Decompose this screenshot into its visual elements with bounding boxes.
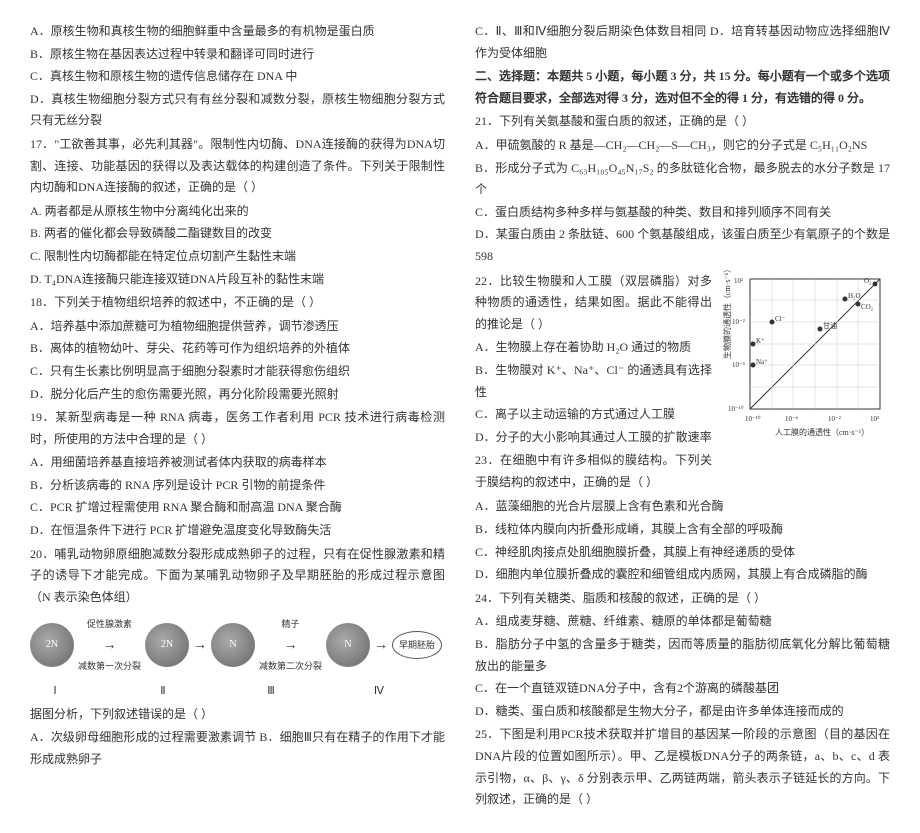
- opt-a: A．原核生物和真核生物的细胞鲜重中含量最多的有机物是蛋白质: [30, 21, 445, 43]
- arrow-3: 精子 → 减数第二次分裂: [259, 616, 322, 674]
- q18-d: D．脱分化后产生的愈伤需要光照，再分化阶段需要光照射: [30, 384, 445, 406]
- opt-b: B．原核生物在基因表达过程中转录和翻译可同时进行: [30, 44, 445, 66]
- arrow-4: →: [374, 633, 388, 658]
- svg-text:Cl⁻: Cl⁻: [775, 315, 786, 323]
- q17-a: A. 两者都是从原核生物中分离纯化出来的: [30, 201, 445, 223]
- cell-node-4: N: [326, 623, 370, 667]
- cell-node-2: 2N: [145, 623, 189, 667]
- q17-d: D. T₄DNA连接酶只能连接双链DNA片段互补的黏性末端: [30, 269, 445, 291]
- meiosis-diagram: 2N 促性腺激素 → 减数第一次分裂 2N → N 精子 → 减数第二次分裂 N…: [30, 616, 445, 674]
- q24-stem: 24．下列有关糖类、脂质和核酸的叙述，正确的是（ ）: [475, 588, 890, 610]
- roman-2: Ⅱ: [138, 682, 188, 702]
- q18-b: B．离体的植物幼叶、芽尖、花药等可作为组织培养的外植体: [30, 338, 445, 360]
- q22-c: C．离子以主动运输的方式通过人工膜: [475, 404, 712, 426]
- svg-text:H₂O: H₂O: [848, 292, 861, 300]
- svg-text:10⁻¹⁰: 10⁻¹⁰: [745, 415, 761, 423]
- q17-c: C. 限制性内切酶都能在特定位点切割产生黏性末端: [30, 246, 445, 268]
- q21-a: A．甲硫氨酸的 R 基是—CH₂—CH₂—S—CH₃，则它的分子式是 C₅H₁₁…: [475, 135, 890, 157]
- q23-stem: 23．在细胞中有许多相似的膜结构。下列关于膜结构的叙述中，正确的是（ ）: [475, 450, 712, 493]
- q21-b: B．形成分子式为 C₆₃H₁₀₅O₄₅N₁₇S₂ 的多肽链化合物，最多脱去的水分…: [475, 158, 890, 201]
- roman-1: Ⅰ: [30, 682, 80, 702]
- q20-post: 据图分析，下列叙述错误的是（ ）: [30, 704, 445, 726]
- svg-text:10⁻⁶: 10⁻⁶: [785, 415, 799, 423]
- opt-d: D．真核生物细胞分裂方式只有有丝分裂和减数分裂，原核生物细胞分裂方式只有无丝分裂: [30, 89, 445, 132]
- q19-d: D．在恒温条件下进行 PCR 扩增避免温度变化导致酶失活: [30, 520, 445, 542]
- q22-stem: 22．比较生物膜和人工膜（双层磷脂）对多种物质的通透性，结果如图。据此不能得出的…: [475, 271, 712, 336]
- q23-a: A．蓝藻细胞的光合片层膜上含有色素和光合酶: [475, 496, 890, 518]
- q25-stem: 25．下图是利用PCR技术获取并扩增目的基因某一阶段的示意图（目的基因在DNA片…: [475, 724, 890, 810]
- roman-3: Ⅲ: [246, 682, 296, 702]
- q24-d: D．糖类、蛋白质和核酸都是生物大分子，都是由许多单体连接而成的: [475, 701, 890, 723]
- arrow-1: 促性腺激素 → 减数第一次分裂: [78, 616, 141, 674]
- q22-d: D．分子的大小影响其通过人工膜的扩散速率: [475, 427, 712, 449]
- q18-c: C．只有生长素比例明显高于细胞分裂素时才能获得愈伤组织: [30, 361, 445, 383]
- svg-text:Na⁺: Na⁺: [756, 358, 768, 366]
- q21-d: D．某蛋白质由 2 条肽链、600 个氨基酸组成，该蛋白质至少有氧原子的个数是 …: [475, 224, 890, 267]
- q22-a: A．生物膜上存在着协助 H₂O 通过的物质: [475, 337, 712, 359]
- q17-b: B. 两者的催化都会导致磷酸二酯键数目的改变: [30, 223, 445, 245]
- permeability-chart: K⁺ Na⁺ Cl⁻ 甘油 H₂O CO₂ O₂ 10⁻¹⁰ 10⁻⁶ 10⁻²…: [720, 269, 890, 439]
- embryo-oval: 早期胚胎: [392, 631, 442, 659]
- svg-text:10⁻¹⁰: 10⁻¹⁰: [728, 405, 744, 413]
- q18-a: A．培养基中添加蔗糖可为植物细胞提供营养，调节渗透压: [30, 316, 445, 338]
- cell-node-3: N: [211, 623, 255, 667]
- opt-c: C．真核生物和原核生物的遗传信息储存在 DNA 中: [30, 66, 445, 88]
- q23-b: B．线粒体内膜向内折叠形成嵴，其膜上含有全部的呼吸酶: [475, 519, 890, 541]
- q17-stem: 17．"工欲善其事，必先利其器"。限制性内切酶、DNA连接酶的获得为DNA切割、…: [30, 134, 445, 199]
- left-column: A．原核生物和真核生物的细胞鲜重中含量最多的有机物是蛋白质 B．原核生物在基因表…: [30, 20, 445, 813]
- q24-c: C．在一个直链双链DNA分子中，含有2个游离的磷酸基团: [475, 678, 890, 700]
- arrow-2: →: [193, 633, 207, 658]
- svg-text:10²: 10²: [870, 415, 879, 423]
- q20-ab: A．次级卵母细胞形成的过程需要激素调节 B．细胞Ⅲ只有在精子的作用下才能形成成熟…: [30, 727, 445, 770]
- svg-text:K⁺: K⁺: [756, 337, 765, 345]
- svg-text:甘油: 甘油: [823, 321, 837, 330]
- q19-stem: 19．某新型病毒是一种 RNA 病毒，医务工作者利用 PCR 技术进行病毒检测时…: [30, 407, 445, 450]
- q19-c: C．PCR 扩增过程需使用 RNA 聚合酶和耐高温 DNA 聚合酶: [30, 497, 445, 519]
- q18-stem: 18．下列关于植物组织培养的叙述中，不正确的是（ ）: [30, 292, 445, 314]
- svg-text:10⁻²: 10⁻²: [828, 415, 841, 423]
- svg-text:O₂: O₂: [864, 277, 872, 285]
- right-column: C．Ⅱ、Ⅲ和Ⅳ细胞分裂后期染色体数目相同 D．培育转基因动物应选择细胞Ⅳ作为受体…: [475, 20, 890, 813]
- section-2-header: 二、选择题：本题共 5 小题，每小题 3 分，共 15 分。每小题有一个或多个选…: [475, 66, 890, 109]
- q19-a: A．用细菌培养基直接培养被测试者体内获取的病毒样本: [30, 452, 445, 474]
- roman-4: Ⅳ: [354, 682, 404, 702]
- q21-c: C．蛋白质结构多种多样与氨基酸的种类、数目和排列顺序不同有关: [475, 202, 890, 224]
- q20-stem: 20．哺乳动物卵原细胞减数分裂形成成熟卵子的过程，只有在促性腺激素和精子的诱导下…: [30, 544, 445, 609]
- q21-stem: 21．下列有关氨基酸和蛋白质的叙述，正确的是（ ）: [475, 111, 890, 133]
- roman-labels: Ⅰ Ⅱ Ⅲ Ⅳ: [30, 682, 445, 702]
- q22-block: 22．比较生物膜和人工膜（双层磷脂）对多种物质的通透性，结果如图。据此不能得出的…: [475, 269, 712, 496]
- q24-a: A．组成麦芽糖、蔗糖、纤维素、糖原的单体都是葡萄糖: [475, 611, 890, 633]
- svg-text:10²: 10²: [734, 277, 743, 285]
- q19-b: B．分析该病毒的 RNA 序列是设计 PCR 引物的前提条件: [30, 475, 445, 497]
- q20-cd: C．Ⅱ、Ⅲ和Ⅳ细胞分裂后期染色体数目相同 D．培育转基因动物应选择细胞Ⅳ作为受体…: [475, 21, 890, 64]
- q24-b: B．脂肪分子中氢的含量多于糖类，因而等质量的脂肪彻底氧化分解比葡萄糖放出的能量多: [475, 634, 890, 677]
- q22-b: B．生物膜对 K⁺、Na⁺、Cl⁻ 的通透具有选择性: [475, 360, 712, 403]
- q23-d: D．细胞内单位膜折叠成的囊腔和细管组成内质网，其膜上有合成磷脂的酶: [475, 564, 890, 586]
- svg-text:CO₂: CO₂: [861, 303, 874, 311]
- svg-text:生物膜的通透性（cm·s⁻¹）: 生物膜的通透性（cm·s⁻¹）: [722, 269, 732, 359]
- svg-text:人工膜的通透性（cm·s⁻¹）: 人工膜的通透性（cm·s⁻¹）: [775, 427, 869, 437]
- svg-text:10⁻⁶: 10⁻⁶: [732, 361, 746, 369]
- cell-node-1: 2N: [30, 623, 74, 667]
- svg-text:10⁻²: 10⁻²: [732, 318, 745, 326]
- q23-c: C．神经肌肉接点处肌细胞膜折叠，其膜上有神经递质的受体: [475, 542, 890, 564]
